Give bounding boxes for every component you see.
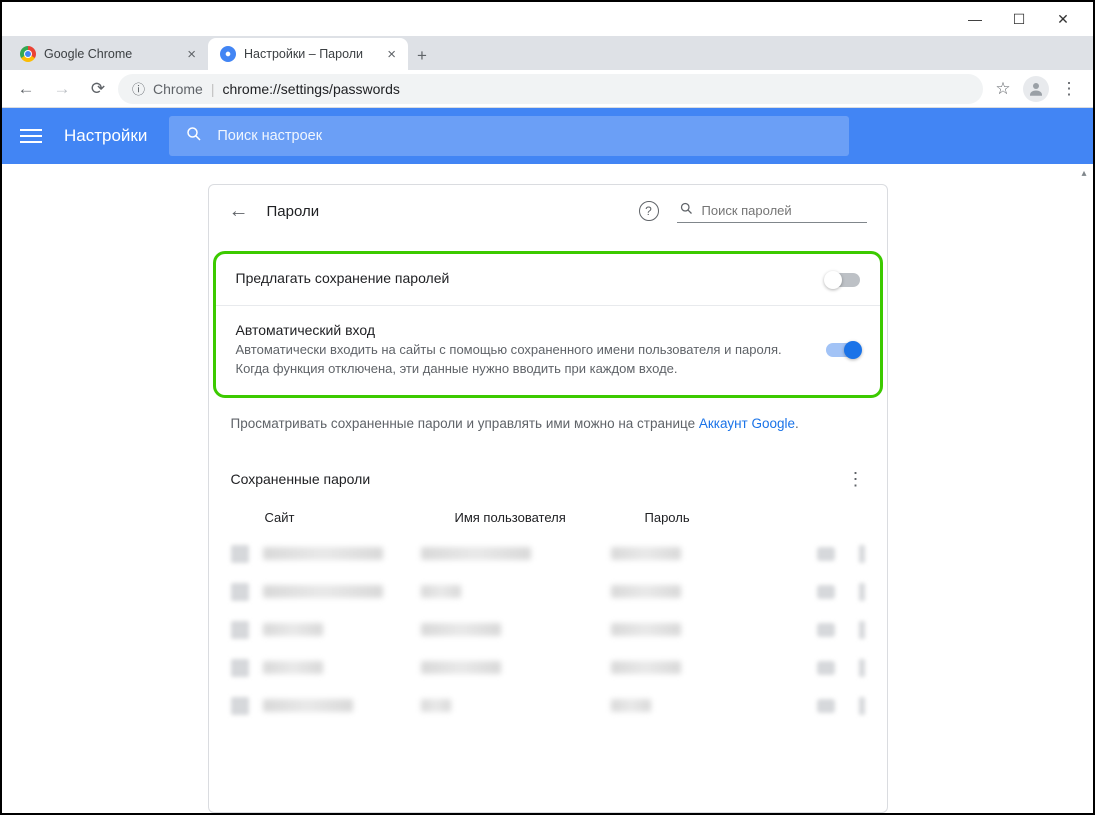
col-pass: Пароль (645, 510, 865, 525)
show-password-icon[interactable] (817, 661, 835, 675)
new-tab-button[interactable]: + (408, 42, 436, 70)
show-password-icon[interactable] (817, 699, 835, 713)
tab-close-icon[interactable]: × (387, 46, 396, 63)
content-area: ← Пароли ? Предлагать сохранение паролей… (2, 164, 1093, 813)
col-user: Имя пользователя (455, 510, 645, 525)
col-site: Сайт (265, 510, 455, 525)
window-close[interactable]: ✕ (1041, 4, 1085, 34)
google-account-link[interactable]: Аккаунт Google (699, 416, 795, 431)
password-row[interactable] (209, 687, 887, 725)
search-icon (679, 201, 694, 220)
search-icon (185, 125, 203, 148)
card-header: ← Пароли ? (209, 185, 887, 237)
window-minimize[interactable]: — (953, 4, 997, 34)
tab-settings-passwords[interactable]: Настройки – Пароли × (208, 38, 408, 70)
manage-passwords-info: Просматривать сохраненные пароли и управ… (209, 398, 887, 435)
help-icon[interactable]: ? (639, 201, 659, 221)
window-titlebar: — ☐ ✕ (2, 2, 1093, 36)
password-row[interactable] (209, 573, 887, 611)
browser-toolbar: ← → ⟳ ⓘ Chrome | chrome://settings/passw… (2, 70, 1093, 108)
saved-passwords-header: Сохраненные пароли ⋮ (209, 435, 887, 500)
password-table-header: Сайт Имя пользователя Пароль (209, 500, 887, 535)
hamburger-menu-icon[interactable] (20, 129, 42, 143)
address-bar[interactable]: ⓘ Chrome | chrome://settings/passwords (118, 74, 983, 104)
offer-save-label: Предлагать сохранение паролей (236, 270, 810, 286)
row-menu-icon[interactable] (859, 545, 865, 563)
settings-label: Настройки (64, 126, 147, 146)
tab-google-chrome[interactable]: Google Chrome × (8, 38, 208, 70)
back-button[interactable]: ← (10, 73, 42, 105)
row-menu-icon[interactable] (859, 659, 865, 677)
page-title: Пароли (267, 203, 621, 220)
chrome-favicon (20, 46, 36, 62)
url-path: chrome://settings/passwords (222, 81, 399, 97)
settings-search[interactable] (169, 116, 849, 156)
password-row[interactable] (209, 649, 887, 687)
offer-save-passwords-row: Предлагать сохранение паролей (216, 254, 880, 305)
profile-avatar[interactable] (1023, 76, 1049, 102)
auto-signin-row: Автоматический вход Автоматически входит… (216, 305, 880, 395)
browser-menu-icon[interactable]: ⋮ (1053, 73, 1085, 105)
url-scheme: Chrome (153, 81, 203, 97)
settings-search-input[interactable] (217, 128, 833, 144)
more-actions-icon[interactable]: ⋮ (847, 469, 865, 490)
passwords-card: ← Пароли ? Предлагать сохранение паролей… (208, 184, 888, 813)
scroll-up-icon[interactable]: ▴ (1077, 166, 1091, 180)
offer-save-toggle[interactable] (826, 273, 860, 287)
row-menu-icon[interactable] (859, 583, 865, 601)
reload-button[interactable]: ⟳ (82, 73, 114, 105)
password-search[interactable] (677, 199, 867, 223)
settings-favicon (220, 46, 236, 62)
highlighted-settings: Предлагать сохранение паролей Автоматиче… (213, 251, 883, 398)
password-row[interactable] (209, 611, 887, 649)
show-password-icon[interactable] (817, 585, 835, 599)
show-password-icon[interactable] (817, 547, 835, 561)
show-password-icon[interactable] (817, 623, 835, 637)
tab-title: Настройки – Пароли (244, 47, 379, 61)
password-row[interactable] (209, 535, 887, 573)
row-menu-icon[interactable] (859, 621, 865, 639)
window-maximize[interactable]: ☐ (997, 4, 1041, 34)
forward-button[interactable]: → (46, 73, 78, 105)
auto-signin-label: Автоматический вход (236, 322, 810, 338)
settings-header: Настройки (2, 108, 1093, 164)
saved-passwords-title: Сохраненные пароли (231, 471, 847, 487)
tab-title: Google Chrome (44, 47, 179, 61)
tab-close-icon[interactable]: × (187, 46, 196, 63)
bookmark-star-icon[interactable]: ☆ (987, 73, 1019, 105)
site-info-icon[interactable]: ⓘ (132, 79, 145, 98)
password-search-input[interactable] (702, 203, 878, 218)
vertical-scrollbar[interactable]: ▴ (1077, 166, 1091, 806)
row-menu-icon[interactable] (859, 697, 865, 715)
back-arrow-icon[interactable]: ← (229, 200, 249, 223)
auto-signin-description: Автоматически входить на сайты с помощью… (236, 341, 810, 379)
tab-strip: Google Chrome × Настройки – Пароли × + (2, 36, 1093, 70)
auto-signin-toggle[interactable] (826, 343, 860, 357)
